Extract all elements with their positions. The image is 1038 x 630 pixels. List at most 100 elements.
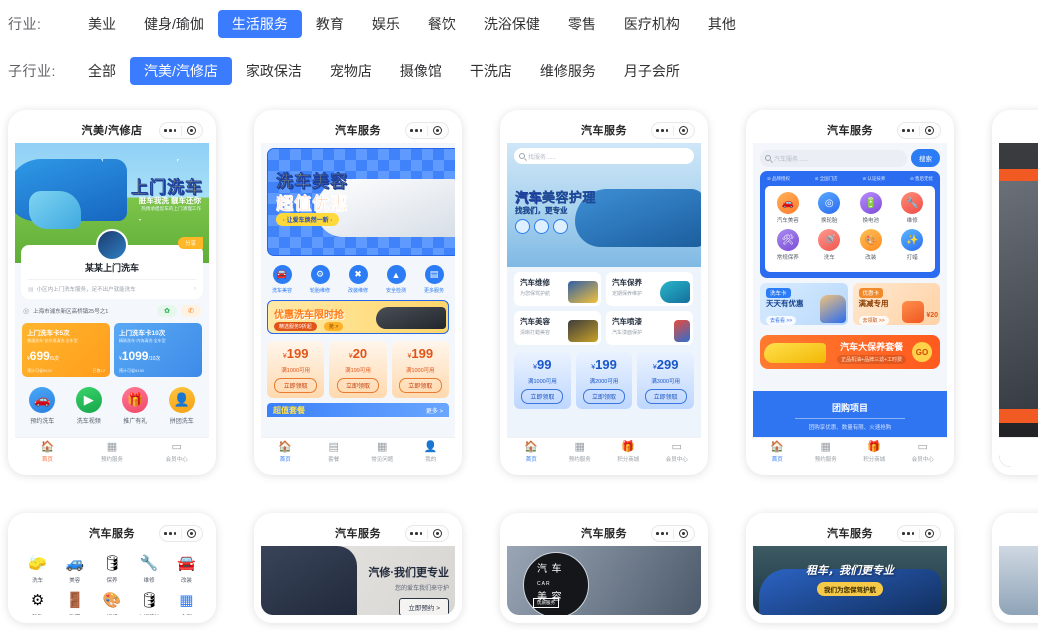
more-dots-icon[interactable] — [406, 129, 427, 132]
promo-badge[interactable]: 抢 > — [324, 322, 344, 331]
nav-item-2[interactable]: ✖ 改装维修 — [339, 265, 377, 294]
package-card-0[interactable]: 上门洗车卡5次 普通洗车·仅外观清洗·全车型 ¥699/5次 预计可省¥120 … — [22, 323, 110, 377]
app-item-0[interactable]: 🧽 洗车 — [19, 552, 56, 584]
wechat-capsule[interactable] — [897, 122, 941, 139]
phone-icon[interactable]: ✆ — [181, 305, 201, 317]
quick-action-3[interactable]: 👤 拼团洗车 — [159, 387, 206, 425]
industry-option-8[interactable]: 医疗机构 — [610, 10, 694, 38]
industry-option-0[interactable]: 美业 — [74, 10, 130, 38]
app-item-8[interactable]: 🛢 内饰清洁 — [131, 589, 168, 615]
app-item-5[interactable]: ⚙ 轮胎 — [19, 589, 56, 615]
nav-item-3[interactable]: ▲ 安全检测 — [377, 265, 415, 294]
sub-industry-option-5[interactable]: 干洗店 — [456, 57, 526, 85]
banner-go-button[interactable]: GO — [912, 342, 932, 362]
template-card-6[interactable]: 汽车服务 🧽 洗车 🚙 美容 🛢 保养 🔧 维修 🚘 改装 ⚙ 🚪 🎨 🛢 ▦ — [8, 513, 216, 623]
card2-hero-banner[interactable]: 洗车美容 超值优惠 · 让爱车焕然一新 · — [267, 148, 455, 256]
promo-button[interactable]: 去看看 >> — [766, 316, 797, 325]
coupon-2[interactable]: ¥199 满1000可用 立即领取 — [391, 341, 449, 398]
wechat-capsule[interactable] — [405, 525, 449, 542]
template-card-4[interactable]: 汽车服务 汽车服务...... 搜索 ⊘ 品牌授权 ⊘ 全国门店 ⊘ 认证技师 … — [746, 110, 954, 475]
card4-maintenance-banner[interactable]: 汽车大保养套餐 正品机油+品牌三滤+工时费 GO — [760, 335, 940, 369]
service-item-3[interactable]: 🔧 维修 — [892, 192, 934, 224]
promo-button[interactable]: 去领取 >> — [858, 316, 889, 325]
tab-booking[interactable]: ▦ 预约服务 — [556, 442, 605, 464]
target-icon[interactable] — [920, 126, 941, 135]
promo-card-1[interactable]: 优惠卡 满减专用 去领取 >> ¥20 — [852, 283, 940, 325]
sub-industry-option-4[interactable]: 摄像馆 — [386, 57, 456, 85]
wechat-capsule[interactable] — [405, 122, 449, 139]
service-tile-0[interactable]: 汽车维修 为您保驾护航 — [514, 272, 601, 306]
service-item-6[interactable]: 🎨 改装 — [850, 229, 892, 261]
coupon-claim-button[interactable]: 立即领取 — [398, 378, 442, 393]
industry-option-5[interactable]: 餐饮 — [414, 10, 470, 38]
nav-item-0[interactable]: 🚘 洗车美容 — [263, 265, 301, 294]
tab-home[interactable]: 🏠 首页 — [261, 442, 310, 464]
industry-option-6[interactable]: 洗浴保健 — [470, 10, 554, 38]
sub-industry-option-3[interactable]: 宠物店 — [316, 57, 386, 85]
coupon-0[interactable]: ¥199 满1000可用 立即领取 — [267, 341, 325, 398]
wechat-capsule[interactable] — [897, 525, 941, 542]
wechat-capsule[interactable] — [159, 122, 203, 139]
sub-industry-option-1[interactable]: 汽美/汽修店 — [130, 56, 232, 85]
tab-member[interactable]: ▭ 会员中心 — [899, 442, 948, 464]
coupon-claim-button[interactable]: 立即领取 — [521, 389, 564, 404]
more-dots-icon[interactable] — [898, 532, 919, 535]
card7-cta-button[interactable]: 立即预约 > — [399, 598, 449, 615]
tab-member[interactable]: ▭ 会员中心 — [653, 442, 702, 464]
app-item-6[interactable]: 🚪 贴膜 — [56, 589, 93, 615]
service-tile-1[interactable]: 汽车保养 定期保养维护 — [606, 272, 693, 306]
more-dots-icon[interactable] — [160, 129, 181, 132]
sub-industry-option-7[interactable]: 月子会所 — [610, 57, 694, 85]
wechat-capsule[interactable] — [159, 525, 203, 542]
wechat-capsule[interactable] — [651, 122, 695, 139]
template-card-7[interactable]: 汽车服务 汽修·我们更专业 您的爱车我们来守护 立即预约 > — [254, 513, 462, 623]
coupon-1[interactable]: ¥20 满199可用 立即领取 — [329, 341, 387, 398]
coupon-claim-button[interactable]: 立即领取 — [582, 389, 626, 404]
target-icon[interactable] — [182, 126, 203, 135]
template-card-1[interactable]: 汽美/汽修店 上门洗车 脏车我洗 靓车还你 热情承担您车的上门清理工作 分享 某… — [8, 110, 216, 475]
tab-mine[interactable]: 👤 我的 — [407, 442, 456, 464]
tab-package[interactable]: ▤ 套餐 — [310, 442, 359, 464]
more-dots-icon[interactable] — [160, 532, 181, 535]
app-item-3[interactable]: 🔧 维修 — [131, 552, 168, 584]
tab-home[interactable]: 🏠 首页 — [507, 442, 556, 464]
app-item-4[interactable]: 🚘 改装 — [168, 552, 205, 584]
tab-member[interactable]: ▭ 会员中心 — [144, 442, 209, 464]
tab-booking[interactable]: ▦ 预约服务 — [802, 442, 851, 464]
tab-booking[interactable]: ▦ 预约服务 — [80, 442, 145, 464]
more-dots-icon[interactable] — [898, 129, 919, 132]
service-item-7[interactable]: ✨ 打蜡 — [892, 229, 934, 261]
tab-home[interactable]: 🏠 首页 — [753, 442, 802, 464]
template-card-3[interactable]: 汽车服务 找服务...... 汽车美容护理 找我们，更专业 汽车维修 为您保驾护… — [500, 110, 708, 475]
more-dots-icon[interactable] — [652, 129, 673, 132]
industry-option-2[interactable]: 生活服务 — [217, 9, 302, 38]
quick-action-2[interactable]: 🎁 推广有礼 — [112, 387, 159, 425]
service-item-0[interactable]: 🚗 汽车美容 — [767, 192, 809, 224]
tab-points-mall[interactable]: 🎁 积分商城 — [850, 442, 899, 464]
service-item-5[interactable]: 🚿 洗车 — [809, 229, 851, 261]
nav-item-4[interactable]: ▤ 更多服务 — [415, 265, 453, 294]
target-icon[interactable] — [428, 529, 449, 538]
service-item-4[interactable]: 🛠 常规保养 — [767, 229, 809, 261]
search-input[interactable]: 找服务...... — [514, 148, 694, 164]
app-item-9[interactable]: ▦ 全部 — [168, 589, 205, 615]
target-icon[interactable] — [182, 529, 203, 538]
app-item-7[interactable]: 🎨 打蜡 — [93, 589, 130, 615]
more-dots-icon[interactable] — [406, 532, 427, 535]
coupon-claim-button[interactable]: 立即领取 — [644, 389, 687, 404]
quick-action-1[interactable]: ▶ 洗车视频 — [66, 387, 113, 425]
template-card-10[interactable] — [992, 513, 1038, 623]
wechat-capsule[interactable] — [651, 525, 695, 542]
sub-industry-option-6[interactable]: 维修服务 — [526, 57, 610, 85]
app-item-2[interactable]: 🛢 保养 — [93, 552, 130, 584]
target-icon[interactable] — [920, 529, 941, 538]
coupon-claim-button[interactable]: 立即领取 — [274, 378, 317, 393]
section-more-link[interactable]: 更多 > — [426, 406, 443, 415]
target-icon[interactable] — [428, 126, 449, 135]
coupon-claim-button[interactable]: 立即领取 — [336, 378, 380, 393]
shop-desc-row[interactable]: ▤ 小区内上门洗车服务，足不出户就能洗车 › — [28, 279, 196, 293]
tab-home[interactable]: 🏠 首页 — [15, 442, 80, 464]
app-item-1[interactable]: 🚙 美容 — [56, 552, 93, 584]
wechat-icon[interactable]: ✿ — [157, 305, 177, 317]
template-card-8[interactable]: 汽车服务 汽 车 CAR 美 容 优质服务 — [500, 513, 708, 623]
